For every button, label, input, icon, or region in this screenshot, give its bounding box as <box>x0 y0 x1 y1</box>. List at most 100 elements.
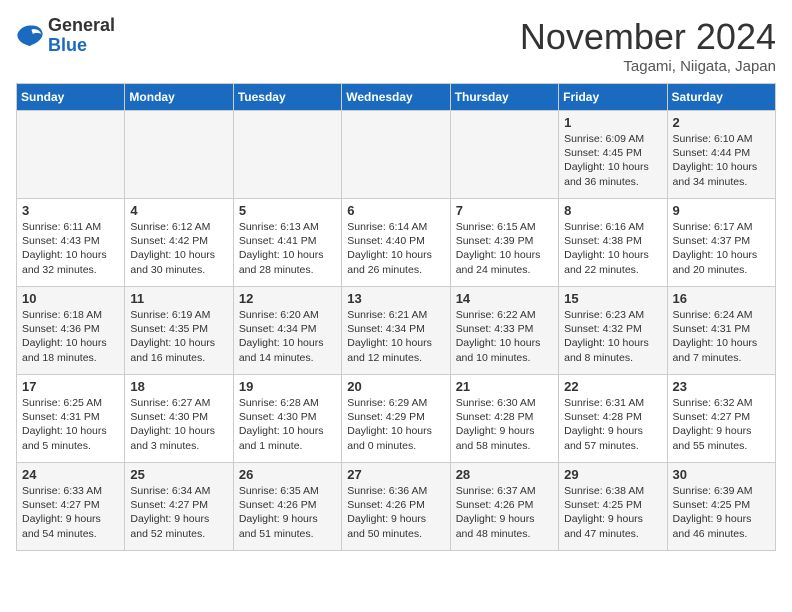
day-info: Sunrise: 6:33 AM <box>22 484 119 498</box>
day-number: 15 <box>564 291 661 306</box>
calendar-cell: 11Sunrise: 6:19 AMSunset: 4:35 PMDayligh… <box>125 287 233 375</box>
calendar-cell: 17Sunrise: 6:25 AMSunset: 4:31 PMDayligh… <box>17 375 125 463</box>
day-info: Sunset: 4:26 PM <box>347 498 444 512</box>
location-subtitle: Tagami, Niigata, Japan <box>520 58 776 75</box>
day-info: Sunrise: 6:24 AM <box>673 308 770 322</box>
calendar-cell: 19Sunrise: 6:28 AMSunset: 4:30 PMDayligh… <box>233 375 341 463</box>
day-number: 10 <box>22 291 119 306</box>
calendar-table: SundayMondayTuesdayWednesdayThursdayFrid… <box>16 83 776 551</box>
day-info: Sunset: 4:30 PM <box>130 410 227 424</box>
day-info: Daylight: 9 hours and 50 minutes. <box>347 512 444 540</box>
weekday-header-friday: Friday <box>559 84 667 111</box>
day-info: Daylight: 10 hours and 26 minutes. <box>347 248 444 276</box>
day-info: Sunset: 4:39 PM <box>456 234 553 248</box>
title-section: November 2024 Tagami, Niigata, Japan <box>520 16 776 75</box>
weekday-header-tuesday: Tuesday <box>233 84 341 111</box>
day-number: 22 <box>564 379 661 394</box>
calendar-week-2: 3Sunrise: 6:11 AMSunset: 4:43 PMDaylight… <box>17 199 776 287</box>
day-info: Sunrise: 6:28 AM <box>239 396 336 410</box>
day-number: 30 <box>673 467 770 482</box>
day-info: Sunrise: 6:11 AM <box>22 220 119 234</box>
day-info: Sunset: 4:38 PM <box>564 234 661 248</box>
day-info: Daylight: 10 hours and 0 minutes. <box>347 424 444 452</box>
day-info: Sunrise: 6:38 AM <box>564 484 661 498</box>
day-info: Sunset: 4:34 PM <box>347 322 444 336</box>
calendar-cell: 4 Sunrise: 6:12 AMSunset: 4:42 PMDaylight… <box>125 199 233 287</box>
day-info: Daylight: 10 hours and 12 minutes. <box>347 336 444 364</box>
day-info: Sunset: 4:25 PM <box>673 498 770 512</box>
page-header: General Blue November 2024 Tagami, Niiga… <box>16 16 776 75</box>
calendar-cell: 9Sunrise: 6:17 AMSunset: 4:37 PMDaylight… <box>667 199 775 287</box>
day-info: Sunset: 4:36 PM <box>22 322 119 336</box>
day-info: Daylight: 10 hours and 18 minutes. <box>22 336 119 364</box>
calendar-cell: 24Sunrise: 6:33 AMSunset: 4:27 PMDayligh… <box>17 463 125 551</box>
calendar-cell: 22Sunrise: 6:31 AMSunset: 4:28 PMDayligh… <box>559 375 667 463</box>
day-info: Daylight: 10 hours and 30 minutes. <box>130 248 227 276</box>
calendar-cell: 3Sunrise: 6:11 AMSunset: 4:43 PMDaylight… <box>17 199 125 287</box>
calendar-cell <box>17 111 125 199</box>
day-info: Sunset: 4:27 PM <box>22 498 119 512</box>
day-info: Sunset: 4:45 PM <box>564 146 661 160</box>
calendar-cell: 18 Sunrise: 6:27 AMSunset: 4:30 PMDayligh… <box>125 375 233 463</box>
day-info: Daylight: 10 hours and 16 minutes. <box>130 336 227 364</box>
day-info: Sunrise: 6:22 AM <box>456 308 553 322</box>
calendar-cell <box>125 111 233 199</box>
calendar-cell: 29Sunrise: 6:38 AMSunset: 4:25 PMDayligh… <box>559 463 667 551</box>
calendar-cell <box>233 111 341 199</box>
day-number: 4 <box>130 203 227 218</box>
day-info: Sunrise: 6:32 AM <box>673 396 770 410</box>
logo: General Blue <box>16 16 115 56</box>
day-info: Sunrise: 6:23 AM <box>564 308 661 322</box>
calendar-cell: 20Sunrise: 6:29 AMSunset: 4:29 PMDayligh… <box>342 375 450 463</box>
calendar-week-4: 17Sunrise: 6:25 AMSunset: 4:31 PMDayligh… <box>17 375 776 463</box>
day-info: Sunrise: 6:20 AM <box>239 308 336 322</box>
day-number: 23 <box>673 379 770 394</box>
day-info: Sunset: 4:40 PM <box>347 234 444 248</box>
day-info: Sunrise: 6:27 AM <box>130 396 227 410</box>
calendar-cell: 27Sunrise: 6:36 AMSunset: 4:26 PMDayligh… <box>342 463 450 551</box>
weekday-header-saturday: Saturday <box>667 84 775 111</box>
day-info: Sunrise: 6:21 AM <box>347 308 444 322</box>
day-number: 19 <box>239 379 336 394</box>
calendar-cell: 7Sunrise: 6:15 AMSunset: 4:39 PMDaylight… <box>450 199 558 287</box>
day-number: 5 <box>239 203 336 218</box>
day-info: Sunset: 4:29 PM <box>347 410 444 424</box>
day-info: Daylight: 9 hours and 58 minutes. <box>456 424 553 452</box>
month-title: November 2024 <box>520 16 776 58</box>
day-number: 17 <box>22 379 119 394</box>
day-number: 13 <box>347 291 444 306</box>
day-info: Sunrise: 6:37 AM <box>456 484 553 498</box>
day-info: Sunrise: 6:35 AM <box>239 484 336 498</box>
day-number: 16 <box>673 291 770 306</box>
day-info: Daylight: 10 hours and 32 minutes. <box>22 248 119 276</box>
day-number: 18 <box>130 379 227 394</box>
calendar-cell: 8Sunrise: 6:16 AMSunset: 4:38 PMDaylight… <box>559 199 667 287</box>
day-info: Sunrise: 6:10 AM <box>673 132 770 146</box>
day-info: Sunrise: 6:12 AM <box>130 220 227 234</box>
day-info: Sunset: 4:35 PM <box>130 322 227 336</box>
day-info: Sunset: 4:31 PM <box>22 410 119 424</box>
day-info: Sunrise: 6:16 AM <box>564 220 661 234</box>
day-info: Sunset: 4:42 PM <box>130 234 227 248</box>
day-info: Sunrise: 6:29 AM <box>347 396 444 410</box>
day-info: Sunrise: 6:18 AM <box>22 308 119 322</box>
day-info: Sunrise: 6:17 AM <box>673 220 770 234</box>
day-number: 21 <box>456 379 553 394</box>
day-info: Sunrise: 6:09 AM <box>564 132 661 146</box>
day-info: Sunset: 4:41 PM <box>239 234 336 248</box>
calendar-cell: 5Sunrise: 6:13 AMSunset: 4:41 PMDaylight… <box>233 199 341 287</box>
day-info: Sunset: 4:27 PM <box>130 498 227 512</box>
day-info: Sunset: 4:32 PM <box>564 322 661 336</box>
calendar-cell: 21Sunrise: 6:30 AMSunset: 4:28 PMDayligh… <box>450 375 558 463</box>
calendar-cell: 30Sunrise: 6:39 AMSunset: 4:25 PMDayligh… <box>667 463 775 551</box>
day-number: 7 <box>456 203 553 218</box>
day-info: Daylight: 9 hours and 51 minutes. <box>239 512 336 540</box>
day-info: Daylight: 10 hours and 3 minutes. <box>130 424 227 452</box>
calendar-cell: 16Sunrise: 6:24 AMSunset: 4:31 PMDayligh… <box>667 287 775 375</box>
day-info: Sunrise: 6:15 AM <box>456 220 553 234</box>
day-info: Sunset: 4:28 PM <box>564 410 661 424</box>
calendar-week-1: 1Sunrise: 6:09 AMSunset: 4:45 PMDaylight… <box>17 111 776 199</box>
day-number: 2 <box>673 115 770 130</box>
day-info: Sunset: 4:34 PM <box>239 322 336 336</box>
calendar-cell: 28Sunrise: 6:37 AMSunset: 4:26 PMDayligh… <box>450 463 558 551</box>
